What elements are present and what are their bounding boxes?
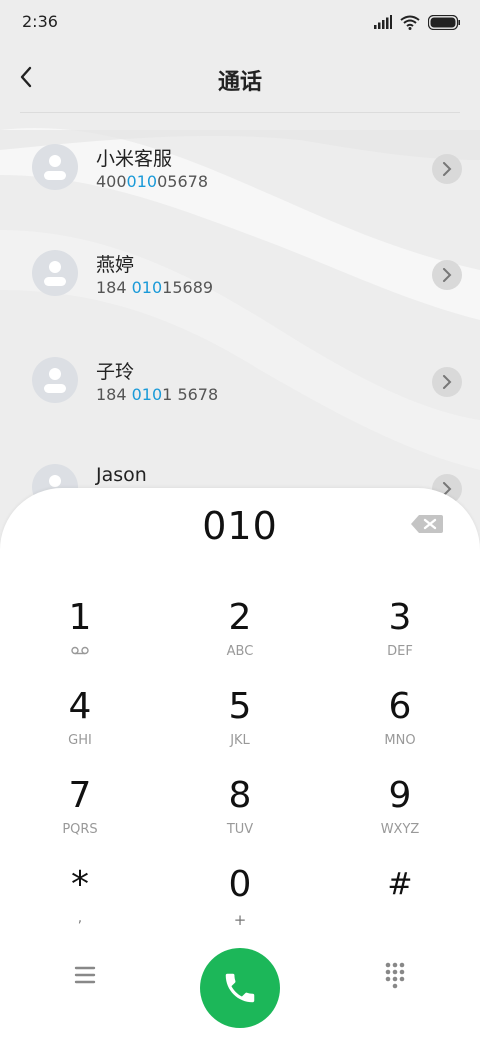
avatar: [32, 357, 78, 403]
person-icon: [44, 261, 66, 286]
key-letters: WXYZ: [380, 822, 420, 837]
key-9[interactable]: 9 WXYZ: [330, 770, 470, 850]
backspace-icon: [411, 515, 443, 533]
key-digit: 7: [68, 775, 92, 816]
key-letters: DEF: [387, 644, 413, 659]
header-divider: [20, 112, 460, 113]
key-letters: ABC: [226, 644, 254, 659]
key-letters: PQRS: [62, 822, 98, 837]
status-time: 2:36: [22, 12, 58, 31]
keypad-toggle-button[interactable]: [378, 956, 412, 994]
avatar: [32, 144, 78, 190]
contact-detail-button[interactable]: [432, 367, 462, 397]
battery-icon: [428, 14, 460, 30]
status-bar: 2:36: [0, 0, 480, 44]
chevron-right-icon: [443, 162, 452, 176]
backspace-button[interactable]: [410, 513, 444, 535]
key-0[interactable]: 0 +: [170, 859, 310, 939]
key-star[interactable]: * ,: [10, 859, 150, 939]
header: 通话: [0, 50, 480, 110]
key-digit: 3: [388, 597, 412, 638]
key-digit: 0: [228, 864, 252, 905]
call-button[interactable]: [200, 948, 280, 1028]
contact-detail-button[interactable]: [432, 260, 462, 290]
contact-row[interactable]: 小米客服 40001005678: [0, 122, 480, 202]
menu-icon: [74, 966, 96, 984]
dialed-number: 010: [202, 504, 278, 548]
contact-name: 子玲: [96, 361, 135, 383]
key-hash[interactable]: #: [330, 859, 470, 939]
key-2[interactable]: 2 ABC: [170, 592, 310, 672]
key-digit: 5: [228, 686, 252, 727]
wifi-icon: [400, 15, 420, 30]
key-digit: 6: [388, 686, 412, 727]
key-digit: 1: [68, 597, 92, 638]
key-letters: +: [233, 911, 247, 929]
key-letters: ,: [77, 911, 83, 926]
person-icon: [44, 368, 66, 393]
contact-name: Jason: [96, 464, 147, 486]
key-digit: *: [71, 864, 89, 905]
key-letters: MNO: [384, 733, 416, 748]
contact-name: 小米客服: [96, 148, 173, 170]
key-1[interactable]: 1: [10, 592, 150, 672]
key-digit: 8: [228, 775, 252, 816]
page-title: 通话: [217, 70, 262, 95]
key-digit: 4: [68, 686, 92, 727]
contact-number: 184 01015689: [96, 278, 214, 297]
status-icons: [374, 13, 460, 31]
contact-name: 燕婷: [96, 254, 135, 276]
key-digit: 9: [388, 775, 412, 816]
voicemail-icon: [71, 646, 89, 655]
keypad-icon: [385, 962, 405, 989]
key-digit: #: [387, 867, 413, 902]
key-letters: GHI: [68, 733, 92, 748]
key-6[interactable]: 6 MNO: [330, 681, 470, 761]
dialer-panel: 010 1 2 ABC 3 DEF 4 GHI 5 JKL 6 MNO 7 PQ…: [0, 488, 480, 1040]
chevron-right-icon: [443, 268, 452, 282]
chevron-right-icon: [443, 375, 452, 389]
phone-icon: [225, 973, 255, 1003]
contact-row[interactable]: 燕婷 184 01015689: [0, 228, 480, 308]
avatar: [32, 250, 78, 296]
key-5[interactable]: 5 JKL: [170, 681, 310, 761]
key-digit: 2: [228, 597, 252, 638]
key-3[interactable]: 3 DEF: [330, 592, 470, 672]
signal-icon: [374, 15, 392, 29]
contact-number: 40001005678: [96, 172, 208, 191]
key-4[interactable]: 4 GHI: [10, 681, 150, 761]
contact-row[interactable]: 子玲 184 0101 5678: [0, 335, 480, 415]
menu-button[interactable]: [66, 958, 104, 992]
contact-number: 184 0101 5678: [96, 385, 219, 404]
key-8[interactable]: 8 TUV: [170, 770, 310, 850]
contact-detail-button[interactable]: [432, 154, 462, 184]
key-letters: TUV: [226, 822, 254, 837]
key-7[interactable]: 7 PQRS: [10, 770, 150, 850]
key-letters: JKL: [230, 733, 250, 748]
person-icon: [44, 155, 66, 180]
